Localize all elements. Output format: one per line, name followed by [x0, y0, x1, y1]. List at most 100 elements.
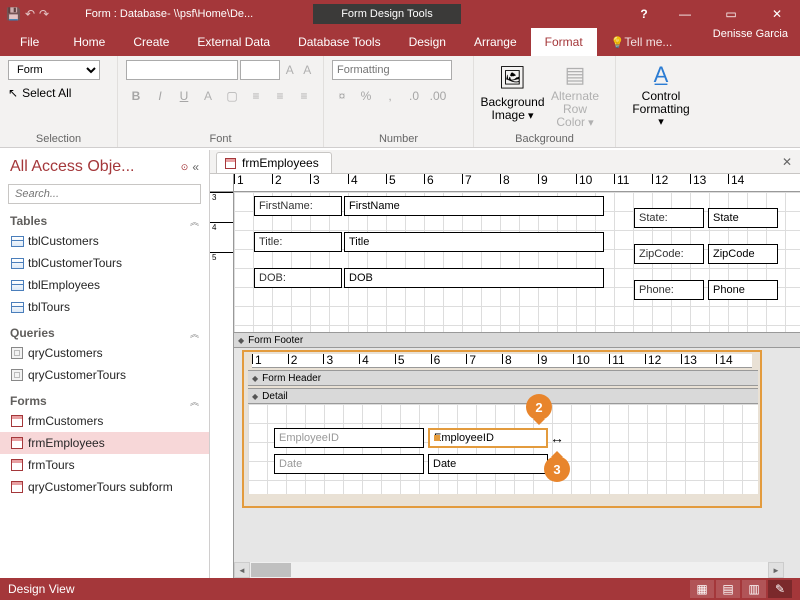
nav-item-qrycustomertours[interactable]: qryCustomerTours: [0, 364, 209, 386]
align-center-icon[interactable]: ≡: [270, 86, 290, 106]
nav-item-frmtours[interactable]: frmTours: [0, 454, 209, 476]
label-firstname[interactable]: FirstName:: [254, 196, 342, 216]
layout-view-icon[interactable]: ▥: [742, 580, 766, 598]
object-selector[interactable]: Form: [8, 60, 100, 80]
comma-icon[interactable]: ,: [380, 86, 400, 106]
horizontal-ruler[interactable]: 1234567891011121314: [234, 174, 800, 192]
shrink-font-icon[interactable]: A: [300, 60, 316, 80]
restore-icon[interactable]: ▭: [708, 0, 754, 28]
scroll-thumb[interactable]: [251, 563, 291, 577]
close-icon[interactable]: ✕: [754, 0, 800, 28]
form-icon: [225, 158, 236, 169]
datasheet-view-icon[interactable]: ▤: [716, 580, 740, 598]
section-form-header[interactable]: Form Header: [248, 370, 758, 386]
tell-me[interactable]: 💡 Tell me...: [597, 28, 687, 56]
form-view-icon[interactable]: ▦: [690, 580, 714, 598]
minimize-icon[interactable]: —: [662, 0, 708, 28]
tab-file[interactable]: File: [0, 28, 59, 56]
resize-handle-icon[interactable]: ↔: [550, 430, 564, 446]
nav-item-tblcustomertours[interactable]: tblCustomerTours: [0, 252, 209, 274]
status-bar: Design View ▦ ▤ ▥ ✎: [0, 578, 800, 600]
nav-collapse-icon[interactable]: «: [192, 160, 199, 174]
font-color-icon[interactable]: A: [198, 86, 218, 106]
control-formatting-button[interactable]: A̲ Control Formatting ▾: [624, 60, 698, 126]
scroll-right-icon[interactable]: ►: [768, 562, 784, 578]
increase-decimal-icon[interactable]: .0: [404, 86, 424, 106]
table-icon: [11, 258, 24, 269]
nav-item-tblcustomers[interactable]: tblCustomers: [0, 230, 209, 252]
tab-create[interactable]: Create: [119, 28, 183, 56]
section-form-footer[interactable]: Form Footer: [234, 332, 800, 348]
nav-item-tbltours[interactable]: tblTours: [0, 296, 209, 318]
label-date[interactable]: Date: [274, 454, 424, 474]
label-state[interactable]: State:: [634, 208, 704, 228]
italic-icon[interactable]: I: [150, 86, 170, 106]
subform-ruler[interactable]: 1234567891011121314: [252, 354, 752, 368]
nav-item-tblemployees[interactable]: tblEmployees: [0, 274, 209, 296]
font-family-combo[interactable]: [126, 60, 238, 80]
grow-font-icon[interactable]: A: [282, 60, 298, 80]
nav-group-tables[interactable]: Tables︽: [0, 210, 209, 230]
vertical-ruler[interactable]: 345: [210, 192, 234, 578]
background-image-button[interactable]: 🖼 Background Image ▾: [482, 60, 543, 126]
align-right-icon[interactable]: ≡: [294, 86, 314, 106]
nav-title[interactable]: All Access Obje...: [10, 158, 177, 176]
fill-color-icon[interactable]: ▢: [222, 86, 242, 106]
section-detail[interactable]: Detail: [248, 388, 758, 404]
alternate-row-color-button[interactable]: ▤ Alternate Row Color ▾: [543, 60, 607, 126]
currency-icon[interactable]: ¤: [332, 86, 352, 106]
form-icon: [11, 481, 23, 493]
label-employeeid[interactable]: EmployeeID: [274, 428, 424, 448]
number-format-combo[interactable]: [332, 60, 452, 80]
image-icon: 🖼: [497, 62, 529, 94]
align-left-icon[interactable]: ≡: [246, 86, 266, 106]
nav-item-subform[interactable]: qryCustomerTours subform: [0, 476, 209, 498]
textbox-firstname[interactable]: FirstName: [344, 196, 604, 216]
nav-item-frmemployees[interactable]: frmEmployees: [0, 432, 209, 454]
document-tab-frmemployees[interactable]: frmEmployees: [216, 152, 332, 173]
label-zipcode[interactable]: ZipCode:: [634, 244, 704, 264]
tab-external-data[interactable]: External Data: [183, 28, 284, 56]
nav-item-frmcustomers[interactable]: frmCustomers: [0, 410, 209, 432]
underline-icon[interactable]: U: [174, 86, 194, 106]
tab-arrange[interactable]: Arrange: [460, 28, 531, 56]
form-icon: [11, 459, 23, 471]
textbox-employeeid[interactable]: EmployeeID: [428, 428, 548, 448]
nav-search-input[interactable]: [8, 184, 201, 204]
tab-database-tools[interactable]: Database Tools: [284, 28, 395, 56]
bold-icon[interactable]: B: [126, 86, 146, 106]
label-title[interactable]: Title:: [254, 232, 342, 252]
nav-dropdown-icon[interactable]: ⊙: [177, 162, 193, 173]
label-phone[interactable]: Phone:: [634, 280, 704, 300]
redo-icon[interactable]: ↷: [39, 7, 49, 21]
scroll-left-icon[interactable]: ◄: [234, 562, 250, 578]
undo-icon[interactable]: ↶: [25, 7, 35, 21]
textbox-dob[interactable]: DOB: [344, 268, 604, 288]
tab-design[interactable]: Design: [395, 28, 460, 56]
help-icon[interactable]: ?: [626, 7, 662, 21]
textbox-date[interactable]: Date: [428, 454, 548, 474]
nav-group-forms[interactable]: Forms︽: [0, 390, 209, 410]
decrease-decimal-icon[interactable]: .00: [428, 86, 448, 106]
font-size-combo[interactable]: [240, 60, 280, 80]
form-canvas[interactable]: 1234567891011121314 345 FirstName: First…: [210, 174, 800, 578]
label-dob[interactable]: DOB:: [254, 268, 342, 288]
horizontal-scrollbar[interactable]: ◄ ►: [234, 562, 784, 578]
nav-group-queries[interactable]: Queries︽: [0, 322, 209, 342]
user-name[interactable]: Denisse Garcia: [701, 28, 800, 56]
textbox-state[interactable]: State: [708, 208, 778, 228]
close-tab-icon[interactable]: ✕: [774, 155, 800, 169]
nav-item-qrycustomers[interactable]: qryCustomers: [0, 342, 209, 364]
percent-icon[interactable]: %: [356, 86, 376, 106]
textbox-title[interactable]: Title: [344, 232, 604, 252]
tab-format[interactable]: Format: [531, 28, 597, 56]
table-icon: [11, 236, 24, 247]
ruler-corner[interactable]: [210, 174, 234, 192]
save-icon[interactable]: 💾: [6, 7, 21, 21]
design-view-icon[interactable]: ✎: [768, 580, 792, 598]
textbox-zipcode[interactable]: ZipCode: [708, 244, 778, 264]
textbox-phone[interactable]: Phone: [708, 280, 778, 300]
select-all-button[interactable]: ↖Select All: [8, 86, 109, 100]
tab-home[interactable]: Home: [59, 28, 119, 56]
query-icon: [11, 369, 23, 381]
